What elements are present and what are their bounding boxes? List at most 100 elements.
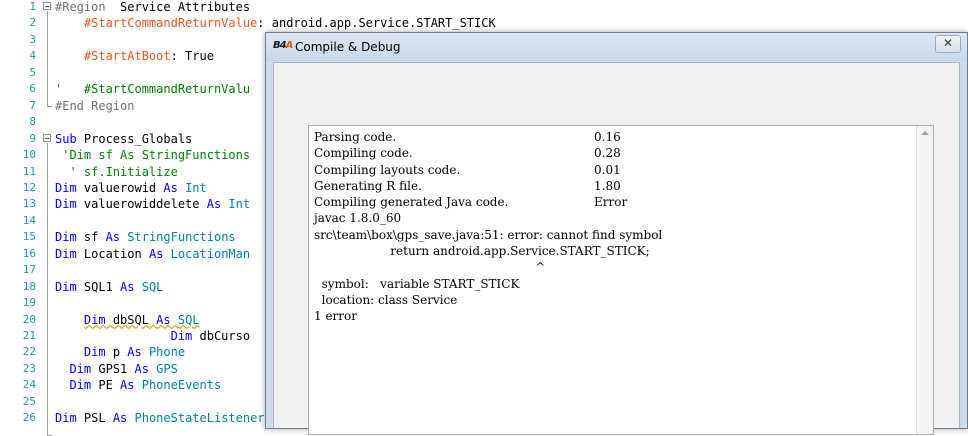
output-line-text: return android.app.Service.START_STICK;	[314, 244, 650, 259]
output-line-text: Compiling generated Java code.	[314, 195, 509, 210]
output-line: symbol: variable START_STICK	[314, 276, 662, 292]
code-line[interactable]: Dim PSL As PhoneStateListener	[55, 410, 265, 426]
fold-guide	[47, 11, 48, 106]
fold-end-marker	[47, 426, 52, 436]
code-line[interactable]: #End Region	[55, 98, 134, 114]
output-line-text: Compiling layouts code.	[314, 162, 461, 177]
code-token: As	[127, 345, 149, 360]
code-line[interactable]: ' sf.Initialize	[55, 164, 177, 180]
code-token: Dim	[55, 246, 84, 261]
code-token: Dim	[83, 345, 113, 360]
line-number: 16	[22, 246, 36, 260]
line-number: 14	[22, 213, 36, 227]
code-line[interactable]: Dim sf As StringFunctions	[55, 229, 236, 245]
output-line-time: Error	[594, 195, 628, 210]
line-number: 12	[22, 180, 36, 194]
output-line-time: 0.16	[594, 130, 621, 144]
code-token: valuerowiddelete	[83, 197, 207, 212]
fold-toggle-icon[interactable]	[43, 0, 53, 15]
code-line[interactable]: Sub Process_Globals	[55, 131, 192, 147]
output-line: return android.app.Service.START_STICK;	[314, 243, 662, 259]
line-number: 21	[22, 329, 36, 342]
code-line[interactable]: Dim p As Phone	[55, 344, 185, 360]
close-button[interactable]: ✕	[935, 35, 961, 53]
code-line[interactable]: Dim PE As PhoneEvents	[55, 377, 221, 393]
code-token: Dim	[83, 312, 113, 327]
output-line-time: 0.01	[594, 162, 621, 177]
code-line[interactable]: Dim GPS1 As GPS	[55, 361, 177, 377]
line-number: 7	[29, 98, 36, 112]
code-token: As	[148, 246, 171, 261]
code-token: SQL1	[83, 279, 121, 294]
line-number: 24	[22, 378, 36, 392]
code-line[interactable]: Dim SQL1 As SQL	[55, 279, 163, 295]
line-number: 1	[29, 0, 36, 13]
output-line-text: ^	[314, 260, 546, 275]
line-number: 25	[22, 394, 36, 408]
code-token: valuerowid	[83, 180, 164, 195]
code-line[interactable]: #StartCommandReturnValue: android.app.Se…	[55, 15, 496, 31]
code-line[interactable]: #Region Service Attributes	[55, 0, 250, 15]
code-token: #End Region	[55, 98, 135, 113]
output-scrollbar[interactable]	[916, 126, 933, 434]
line-number: 26	[22, 411, 36, 425]
line-number: 6	[29, 82, 36, 96]
code-token: 'Dim sf As StringFunctions	[55, 148, 251, 163]
output-line-text: symbol: variable START_STICK	[314, 276, 520, 291]
fold-toggle-icon[interactable]	[43, 131, 53, 147]
code-token: '	[55, 82, 84, 97]
output-line: javac 1.8.0_60	[314, 210, 662, 226]
code-token: PhoneEvents	[141, 378, 222, 393]
code-token: Service Attributes	[120, 0, 251, 14]
code-line[interactable]: Dim valuerowiddelete As Int	[55, 196, 250, 212]
code-line[interactable]: Dim dbCurso	[55, 328, 250, 344]
scroll-up-arrow-icon[interactable]	[921, 131, 929, 135]
code-line[interactable]: 'Dim sf As StringFunctions	[55, 147, 250, 163]
line-number: 8	[29, 115, 36, 129]
b4a-app-icon: B4A	[273, 40, 293, 51]
code-line[interactable]: Dim Location As LocationMan	[55, 246, 250, 262]
code-token: p	[112, 345, 128, 360]
code-token: #Region	[55, 0, 121, 14]
code-token: Sub	[55, 131, 84, 146]
output-line-text: 1 error	[314, 309, 357, 324]
output-line-time: 1.80	[594, 178, 621, 193]
code-token: Int	[185, 180, 207, 195]
line-number: 11	[22, 164, 36, 178]
code-token: SQL	[141, 279, 164, 294]
code-line[interactable]: Dim valuerowid As Int	[55, 180, 207, 196]
code-token: PhoneStateListener	[134, 411, 265, 426]
output-line-time: 0.28	[594, 146, 621, 161]
compile-output-log[interactable]: Parsing code. 0.16 Compiling code. 0.28 Comp…	[308, 125, 934, 435]
code-line[interactable]: ' #StartCommandReturnValu	[55, 81, 250, 97]
code-token: #StartAtBoot	[83, 49, 171, 64]
line-number: 23	[22, 361, 36, 375]
output-line: Generating R file. 1.80	[314, 178, 662, 194]
code-token: Location	[83, 246, 149, 261]
line-number: 18	[22, 279, 36, 293]
code-line[interactable]: #StartAtBoot: True	[55, 48, 214, 64]
code-line[interactable]: Dim dbSQL As SQL	[55, 312, 200, 328]
code-token: As	[134, 361, 157, 376]
code-token: As	[120, 378, 142, 393]
code-token: Dim	[170, 329, 200, 343]
dialog-titlebar[interactable]: B4A Compile & Debug ✕	[266, 33, 967, 61]
code-token: As	[163, 180, 186, 195]
output-text: Parsing code. 0.16 Compiling code. 0.28 Comp…	[314, 129, 662, 325]
code-token: PSL	[83, 411, 113, 426]
line-number: 20	[22, 312, 36, 326]
line-number: 17	[22, 263, 36, 277]
code-token: Phone	[148, 345, 186, 360]
output-line: 1 error	[314, 308, 662, 324]
code-token: Dim	[69, 378, 99, 393]
output-line: src\team\box\gps_save.java:51: error: ca…	[314, 227, 662, 243]
code-token: #StartCommandReturnValu	[83, 82, 251, 97]
line-number: 9	[29, 131, 36, 145]
code-token: : android.app.Service.START_STICK	[257, 16, 496, 31]
code-token: GPS1	[98, 361, 135, 376]
output-line-text: Parsing code.	[314, 130, 397, 144]
